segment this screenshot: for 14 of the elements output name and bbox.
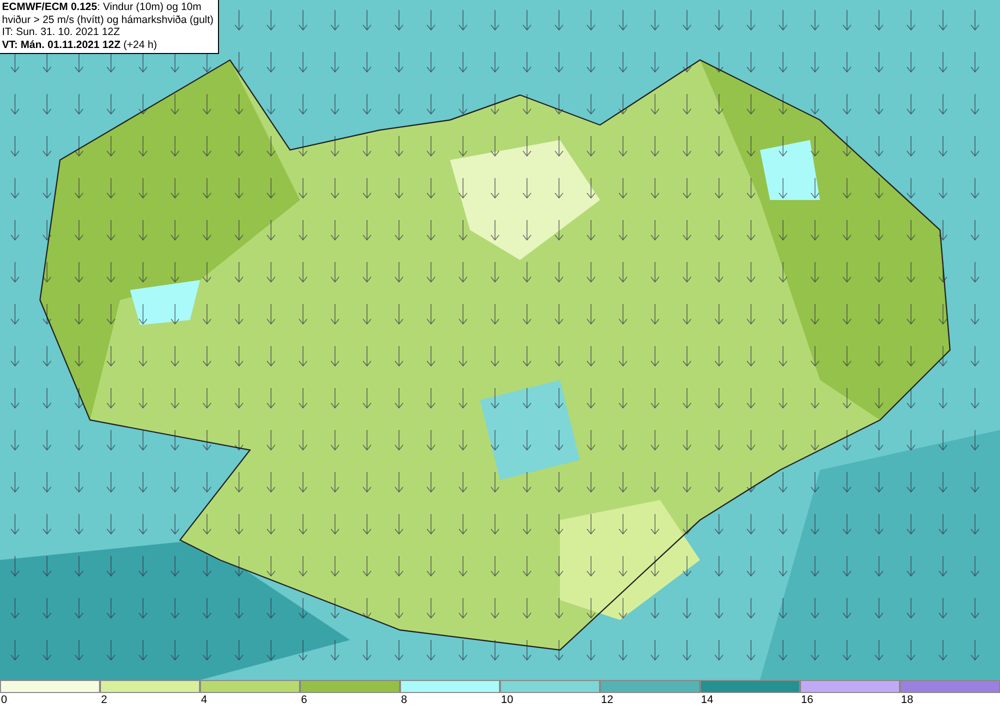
legend-label: 18 <box>900 693 914 707</box>
title-line: ECMWF/ECM 0.125: Vindur (10m) og 10m <box>2 1 202 14</box>
legend-label: 12 <box>600 693 614 707</box>
legend-label: 6 <box>300 693 308 707</box>
legend-label: 14 <box>700 693 714 707</box>
title-line: IT: Sun. 31. 10. 2021 12Z <box>2 26 121 38</box>
legend-label: 8 <box>400 693 408 707</box>
title-line: VT: Mán. 01.11.2021 12Z (+24 h) <box>2 38 158 51</box>
legend-label: 4 <box>200 693 208 707</box>
legend-label: 10 <box>500 693 514 707</box>
title-line: hviður > 25 m/s (hvítt) og hámarkshviða (gult) <box>2 14 214 26</box>
legend-label: 2 <box>100 693 108 707</box>
legend-label: 0 <box>0 693 8 707</box>
legend-label: 16 <box>800 693 814 707</box>
